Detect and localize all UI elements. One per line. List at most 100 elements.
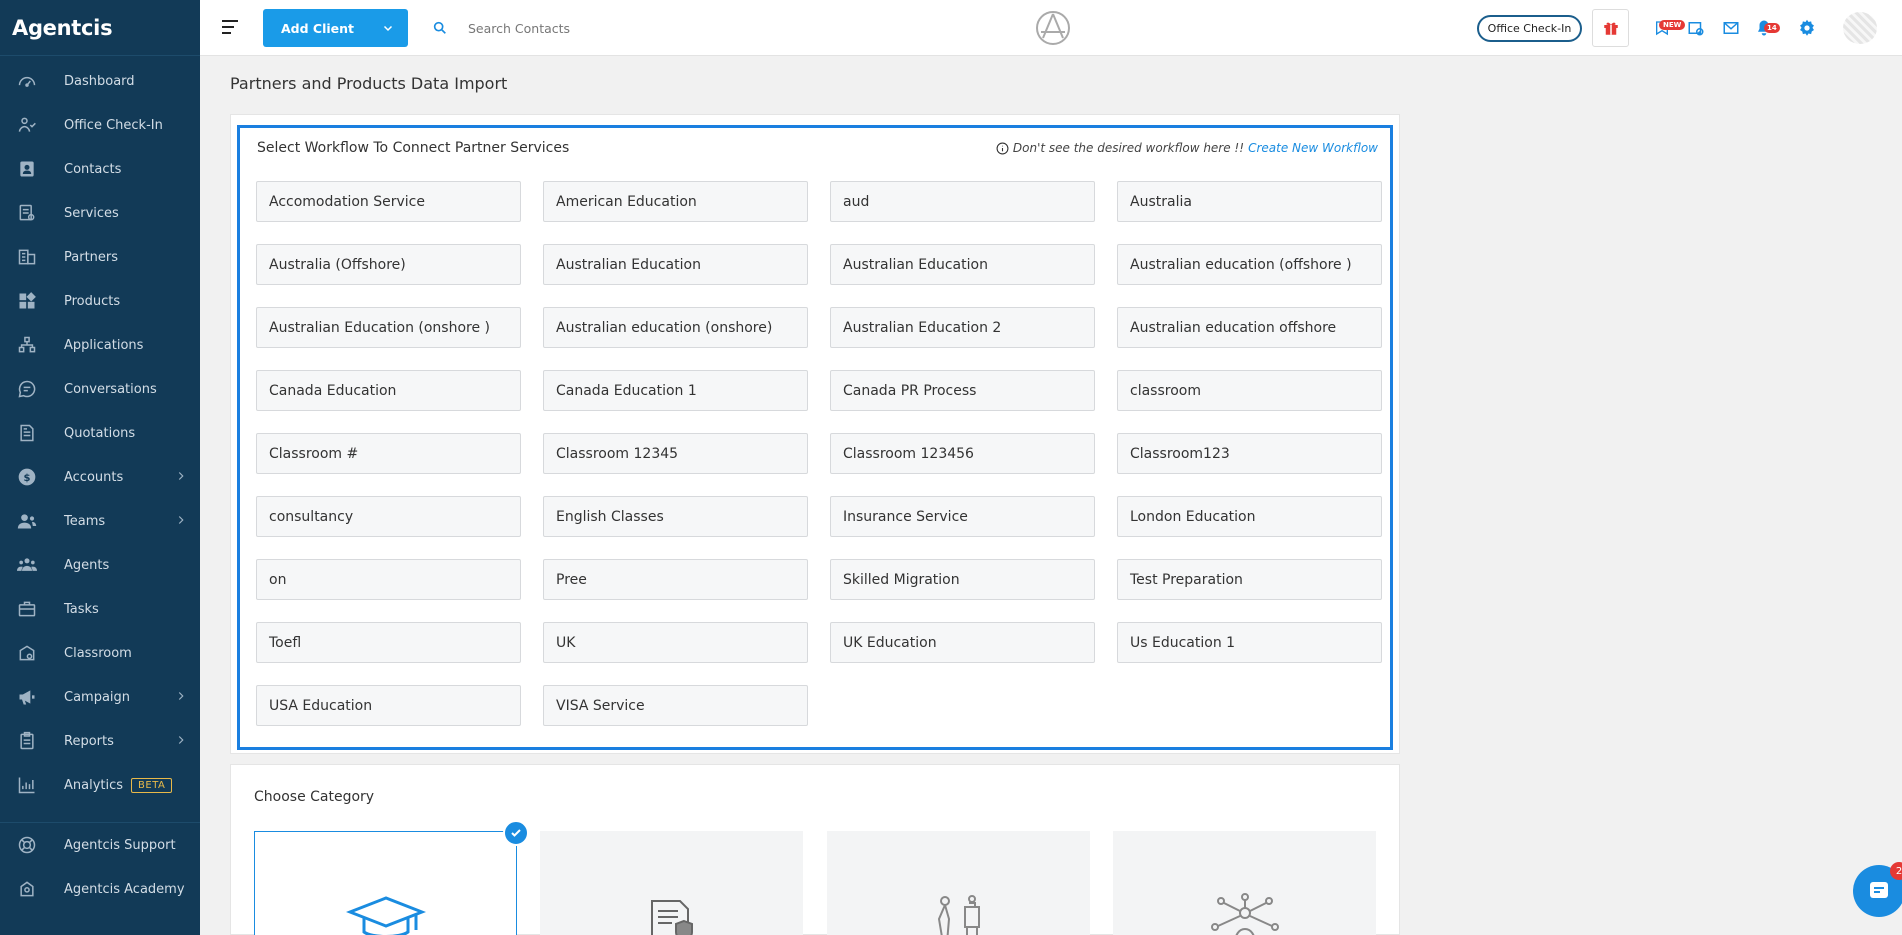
sidebar-item-quotations[interactable]: Quotations [0, 411, 200, 455]
sidebar-item-dashboard[interactable]: Dashboard [0, 59, 200, 103]
workflow-option[interactable]: Canada Education [256, 370, 521, 411]
workflow-option[interactable]: Classroom 12345 [543, 433, 808, 474]
app-logo[interactable]: Agentcis [0, 0, 200, 56]
sidebar-item-label: Agentcis Support [64, 837, 176, 853]
classroom-icon [16, 642, 38, 664]
category-option-migration[interactable] [827, 831, 1090, 935]
sidebar-item-label: Quotations [64, 425, 136, 441]
sidebar-item-label: Tasks [64, 601, 99, 617]
workflow-option[interactable]: Australian Education (onshore ) [256, 307, 521, 348]
workflow-option[interactable]: Classroom # [256, 433, 521, 474]
workflow-option[interactable]: consultancy [256, 496, 521, 537]
sidebar-item-label: Agentcis Academy [64, 881, 185, 897]
workflow-option[interactable]: on [256, 559, 521, 600]
workflow-option[interactable]: Canada PR Process [830, 370, 1095, 411]
workflow-option[interactable]: Test Preparation [1117, 559, 1382, 600]
workflow-option[interactable]: VISA Service [543, 685, 808, 726]
new-badge: NEW [1659, 20, 1686, 30]
workflow-option[interactable]: aud [830, 181, 1095, 222]
mail-icon[interactable] [1721, 18, 1741, 38]
workflow-option[interactable]: USA Education [256, 685, 521, 726]
category-heading: Choose Category [254, 789, 375, 805]
workflow-grid: Accomodation Service American Education au… [256, 181, 1382, 726]
workflow-option[interactable]: Classroom 123456 [830, 433, 1095, 474]
sidebar-item-label: Classroom [64, 645, 132, 661]
category-option-consultancy[interactable] [1113, 831, 1376, 935]
workflow-option[interactable]: UK [543, 622, 808, 663]
workflow-option[interactable]: Insurance Service [830, 496, 1095, 537]
sidebar-item-label: Accounts [64, 469, 124, 485]
sidebar-item-accounts[interactable]: $ Accounts [0, 455, 200, 499]
workflow-option[interactable]: classroom [1117, 370, 1382, 411]
sidebar-item-support[interactable]: Agentcis Support [0, 823, 200, 867]
workflow-option[interactable]: Pree [543, 559, 808, 600]
search-input[interactable] [468, 16, 688, 40]
sidebar-item-agents[interactable]: Agents [0, 543, 200, 587]
sidebar-item-teams[interactable]: Teams [0, 499, 200, 543]
menu-toggle-icon[interactable] [222, 20, 238, 38]
category-option-insurance[interactable] [540, 831, 803, 935]
workflow-option[interactable]: Us Education 1 [1117, 622, 1382, 663]
workflow-option[interactable]: Australian education (offshore ) [1117, 244, 1382, 285]
reports-icon [16, 730, 38, 752]
workflow-option[interactable]: Australian Education 2 [830, 307, 1095, 348]
products-icon [16, 290, 38, 312]
sidebar-item-label: Contacts [64, 161, 122, 177]
create-new-workflow-link[interactable]: Create New Workflow [1248, 141, 1378, 155]
sidebar-item-label: Office Check-In [64, 117, 163, 133]
sidebar-item-office-checkin[interactable]: Office Check-In [0, 103, 200, 147]
sidebar-item-services[interactable]: Services [0, 191, 200, 235]
tasks-icon [16, 598, 38, 620]
workflow-option[interactable]: Australia [1117, 181, 1382, 222]
gift-button[interactable] [1592, 9, 1629, 47]
sidebar-item-academy[interactable]: Agentcis Academy [0, 867, 200, 911]
dashboard-icon [16, 70, 38, 92]
sidebar-item-label: Teams [64, 513, 106, 529]
workflow-option[interactable]: Australian Education [830, 244, 1095, 285]
workflow-option[interactable]: Accomodation Service [256, 181, 521, 222]
sidebar-item-label: Services [64, 205, 119, 221]
sidebar-item-tasks[interactable]: Tasks [0, 587, 200, 631]
sidebar-item-conversations[interactable]: Conversations [0, 367, 200, 411]
sidebar-item-analytics[interactable]: Analytics BETA [0, 763, 200, 807]
workflow-option[interactable]: Australia (Offshore) [256, 244, 521, 285]
sidebar-item-reports[interactable]: Reports [0, 719, 200, 763]
sidebar-item-applications[interactable]: Applications [0, 323, 200, 367]
sidebar-item-label: Conversations [64, 381, 157, 397]
workflow-option[interactable]: London Education [1117, 496, 1382, 537]
sidebar-item-partners[interactable]: Partners [0, 235, 200, 279]
category-option-education[interactable] [254, 831, 517, 935]
workflow-heading: Select Workflow To Connect Partner Servi… [257, 140, 570, 156]
avatar[interactable] [1843, 12, 1877, 44]
workflow-option[interactable]: Canada Education 1 [543, 370, 808, 411]
workflow-option[interactable]: Skilled Migration [830, 559, 1095, 600]
workflow-note: Don't see the desired workflow here !! C… [996, 141, 1378, 155]
company-logo-icon [1036, 11, 1070, 45]
workflow-card: Select Workflow To Connect Partner Servi… [230, 114, 1400, 754]
settings-gear-icon[interactable] [1797, 18, 1817, 38]
workflow-option[interactable]: Australian education offshore [1117, 307, 1382, 348]
workflow-option[interactable]: Australian education (onshore) [543, 307, 808, 348]
partners-icon [16, 246, 38, 268]
calendar-check-icon[interactable] [1686, 18, 1706, 38]
sidebar: Agentcis Dashboard Office Check-In Conta… [0, 0, 200, 935]
sidebar-item-classroom[interactable]: Classroom [0, 631, 200, 675]
workflow-option[interactable]: Australian Education [543, 244, 808, 285]
office-checkin-button[interactable]: Office Check-In [1477, 15, 1582, 42]
document-shield-icon [650, 900, 693, 935]
sidebar-item-products[interactable]: Products [0, 279, 200, 323]
workflow-option[interactable]: American Education [543, 181, 808, 222]
chevron-down-icon[interactable] [368, 9, 408, 47]
sidebar-item-campaign[interactable]: Campaign [0, 675, 200, 719]
workflow-option[interactable]: Toefl [256, 622, 521, 663]
top-bar: Add Client Office Check-In NEW 14 [200, 0, 1902, 56]
analytics-icon [16, 774, 38, 796]
workflow-option[interactable]: Classroom123 [1117, 433, 1382, 474]
support-icon [16, 834, 38, 856]
add-client-button[interactable]: Add Client [263, 9, 408, 47]
workflow-option[interactable]: English Classes [543, 496, 808, 537]
sidebar-item-contacts[interactable]: Contacts [0, 147, 200, 191]
workflow-option[interactable]: UK Education [830, 622, 1095, 663]
beta-badge: BETA [131, 777, 173, 793]
workflow-note-text: Don't see the desired workflow here !! [1012, 141, 1245, 155]
